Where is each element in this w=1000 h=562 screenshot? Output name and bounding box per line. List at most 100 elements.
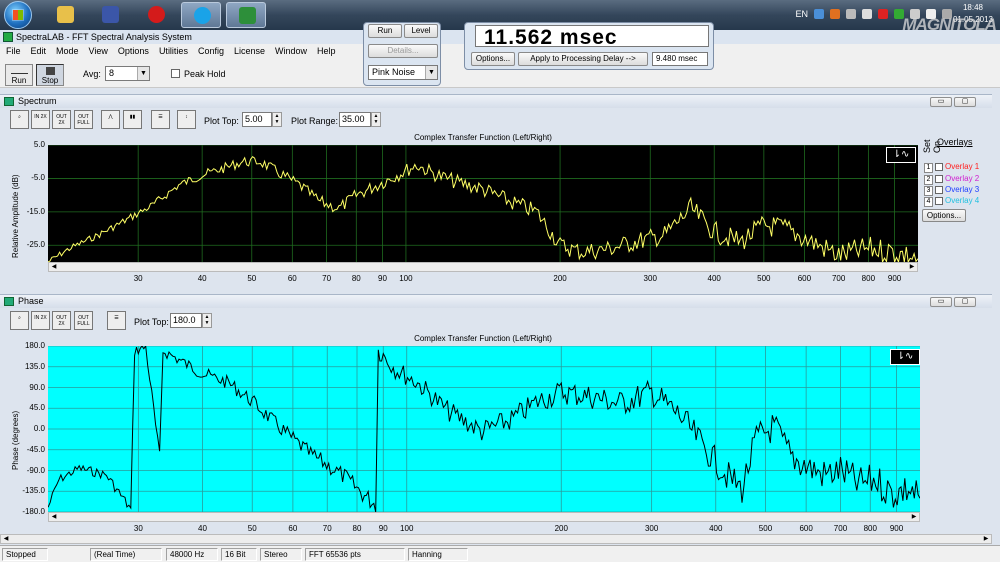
scroll-right-icon[interactable]: ▶ <box>981 535 991 543</box>
clock-time: 18:48 <box>962 3 984 12</box>
scroll-right-icon[interactable]: ▶ <box>907 263 917 271</box>
menu-edit[interactable]: Edit <box>31 44 47 58</box>
zoom-in-x2-icon[interactable]: IN 2X <box>31 311 50 330</box>
folder-icon <box>57 6 74 23</box>
spin-arrows-icon[interactable]: ▲ ▼ <box>202 313 212 328</box>
language-indicator[interactable]: EN <box>795 9 808 19</box>
tray-app-icon[interactable] <box>878 9 888 19</box>
menu-file[interactable]: File <box>6 44 21 58</box>
overlay-checkbox[interactable] <box>935 162 943 171</box>
x-tick-label: 80 <box>351 274 361 283</box>
x-tick-label: 60 <box>287 274 297 283</box>
minimize-button[interactable]: ▭ <box>930 97 952 107</box>
avg-select[interactable]: 8 ▼ <box>105 66 150 81</box>
taskbar-save-button[interactable] <box>90 2 130 28</box>
status-channels: Stereo <box>260 548 302 561</box>
menu-config[interactable]: Config <box>198 44 224 58</box>
status-mode: (Real Time) <box>90 548 162 561</box>
overlay-set-button[interactable]: 1 <box>924 163 933 173</box>
x-tick-label: 600 <box>797 274 812 283</box>
tray-app-icon[interactable] <box>862 9 872 19</box>
overlay-label: Overlay 2 <box>945 174 980 183</box>
generator-level-button[interactable]: Level <box>404 24 438 38</box>
overlay-set-button[interactable]: 4 <box>924 197 933 207</box>
taskbar-spectralab-button[interactable] <box>226 2 266 28</box>
taskbar-skype-button[interactable] <box>181 2 221 28</box>
x-tick-label: 700 <box>831 274 846 283</box>
minimize-button[interactable]: ▭ <box>930 297 952 307</box>
tray-app-icon[interactable] <box>830 9 840 19</box>
stop-button[interactable]: Stop <box>36 64 64 86</box>
scroll-left-icon[interactable]: ◀ <box>49 263 59 271</box>
overlay-set-button[interactable]: 2 <box>924 175 933 185</box>
plot-range-input[interactable]: 35.00 ▲ ▼ <box>339 112 381 127</box>
scroll-left-icon[interactable]: ◀ <box>49 513 59 521</box>
x-tick-label: 200 <box>554 524 568 533</box>
zoom-icon[interactable]: ⌕ <box>10 110 29 129</box>
spectrum-chart-title: Complex Transfer Function (Left/Right) <box>414 133 552 142</box>
x-tick-label: 70 <box>322 524 332 533</box>
menu-help[interactable]: Help <box>317 44 336 58</box>
scale-icon[interactable]: ↕ <box>177 110 196 129</box>
x-tick-label: 100 <box>399 274 413 283</box>
waveform-icon <box>11 67 28 74</box>
run-button[interactable]: Run <box>5 64 33 86</box>
overlay-checkbox[interactable] <box>935 196 943 205</box>
overlay-checkbox[interactable] <box>935 174 943 183</box>
spectrum-window-icon <box>4 97 14 106</box>
spectrum-plot[interactable] <box>48 145 918 262</box>
menu-mode[interactable]: Mode <box>56 44 79 58</box>
spin-arrows-icon[interactable]: ▲ ▼ <box>272 112 282 127</box>
phase-plot[interactable] <box>48 346 920 512</box>
table-view-icon[interactable]: ☰ <box>107 311 126 330</box>
status-bit-depth: 16 Bit <box>221 548 257 561</box>
taskbar-opera-button[interactable] <box>136 2 176 28</box>
menu-utilities[interactable]: Utilities <box>159 44 188 58</box>
zoom-in-x2-icon[interactable]: IN 2X <box>31 110 50 129</box>
zoom-out-full-icon[interactable]: OUT FULL <box>74 311 93 330</box>
maximize-button[interactable]: ▢ <box>954 97 976 107</box>
menu-options[interactable]: Options <box>118 44 149 58</box>
y-tick-label: 0.0 <box>33 424 45 433</box>
scroll-right-icon[interactable]: ▶ <box>909 513 919 521</box>
menu-window[interactable]: Window <box>275 44 307 58</box>
chevron-down-icon[interactable]: ▼ <box>425 66 437 79</box>
menu-view[interactable]: View <box>89 44 108 58</box>
menu-license[interactable]: License <box>234 44 265 58</box>
zoom-out-x2-icon[interactable]: OUT 2X <box>52 311 71 330</box>
generator-run-button[interactable]: Run <box>368 24 402 38</box>
overlay-row-3: 3 Overlay 3 <box>924 185 979 196</box>
apply-processing-delay-button[interactable]: Apply to Processing Delay --> <box>518 52 648 66</box>
window-title: SpectraLAB - FFT Spectral Analysis Syste… <box>16 32 192 42</box>
zoom-icon[interactable]: ⌕ <box>10 311 29 330</box>
tray-app-icon[interactable] <box>814 9 824 19</box>
delay-options-button[interactable]: Options... <box>471 52 515 66</box>
scroll-left-icon[interactable]: ◀ <box>1 535 11 543</box>
phase-panel-title: Phase ▭ ▢ <box>0 294 992 308</box>
spectrum-plot-top-input[interactable]: 5.00 ▲ ▼ <box>242 112 282 127</box>
table-view-icon[interactable]: ☰ <box>151 110 170 129</box>
status-run-state: Stopped <box>2 548 48 561</box>
line-plot-icon[interactable]: ⋀ <box>101 110 120 129</box>
chevron-down-icon[interactable]: ▼ <box>137 67 149 80</box>
maximize-button[interactable]: ▢ <box>954 297 976 307</box>
spectrum-horizontal-scrollbar[interactable]: ◀ ▶ <box>48 262 918 272</box>
phase-plot-top-input[interactable]: 180.0 ▲ ▼ <box>170 313 212 328</box>
start-orb-icon[interactable] <box>4 1 32 29</box>
bar-plot-icon[interactable]: ▮▮ <box>123 110 142 129</box>
tray-app-icon[interactable] <box>846 9 856 19</box>
opera-icon <box>148 6 165 23</box>
zoom-out-x2-icon[interactable]: OUT 2X <box>52 110 71 129</box>
overlay-checkbox[interactable] <box>935 185 943 194</box>
taskbar-explorer-button[interactable] <box>45 2 85 28</box>
plot-mode-badge: ⇂∿ <box>890 349 920 365</box>
signal-type-select[interactable]: Pink Noise ▼ <box>368 65 438 80</box>
peak-hold-checkbox[interactable] <box>171 69 180 78</box>
overlay-options-button[interactable]: Options... <box>922 209 966 222</box>
spin-arrows-icon[interactable]: ▲ ▼ <box>371 112 381 127</box>
generator-details-button[interactable]: Details... <box>368 44 438 58</box>
overlay-set-button[interactable]: 3 <box>924 186 933 196</box>
zoom-out-full-icon[interactable]: OUT FULL <box>74 110 93 129</box>
phase-horizontal-scrollbar[interactable]: ◀ ▶ <box>48 512 920 522</box>
window-horizontal-scrollbar[interactable]: ◀ ▶ <box>0 534 992 544</box>
